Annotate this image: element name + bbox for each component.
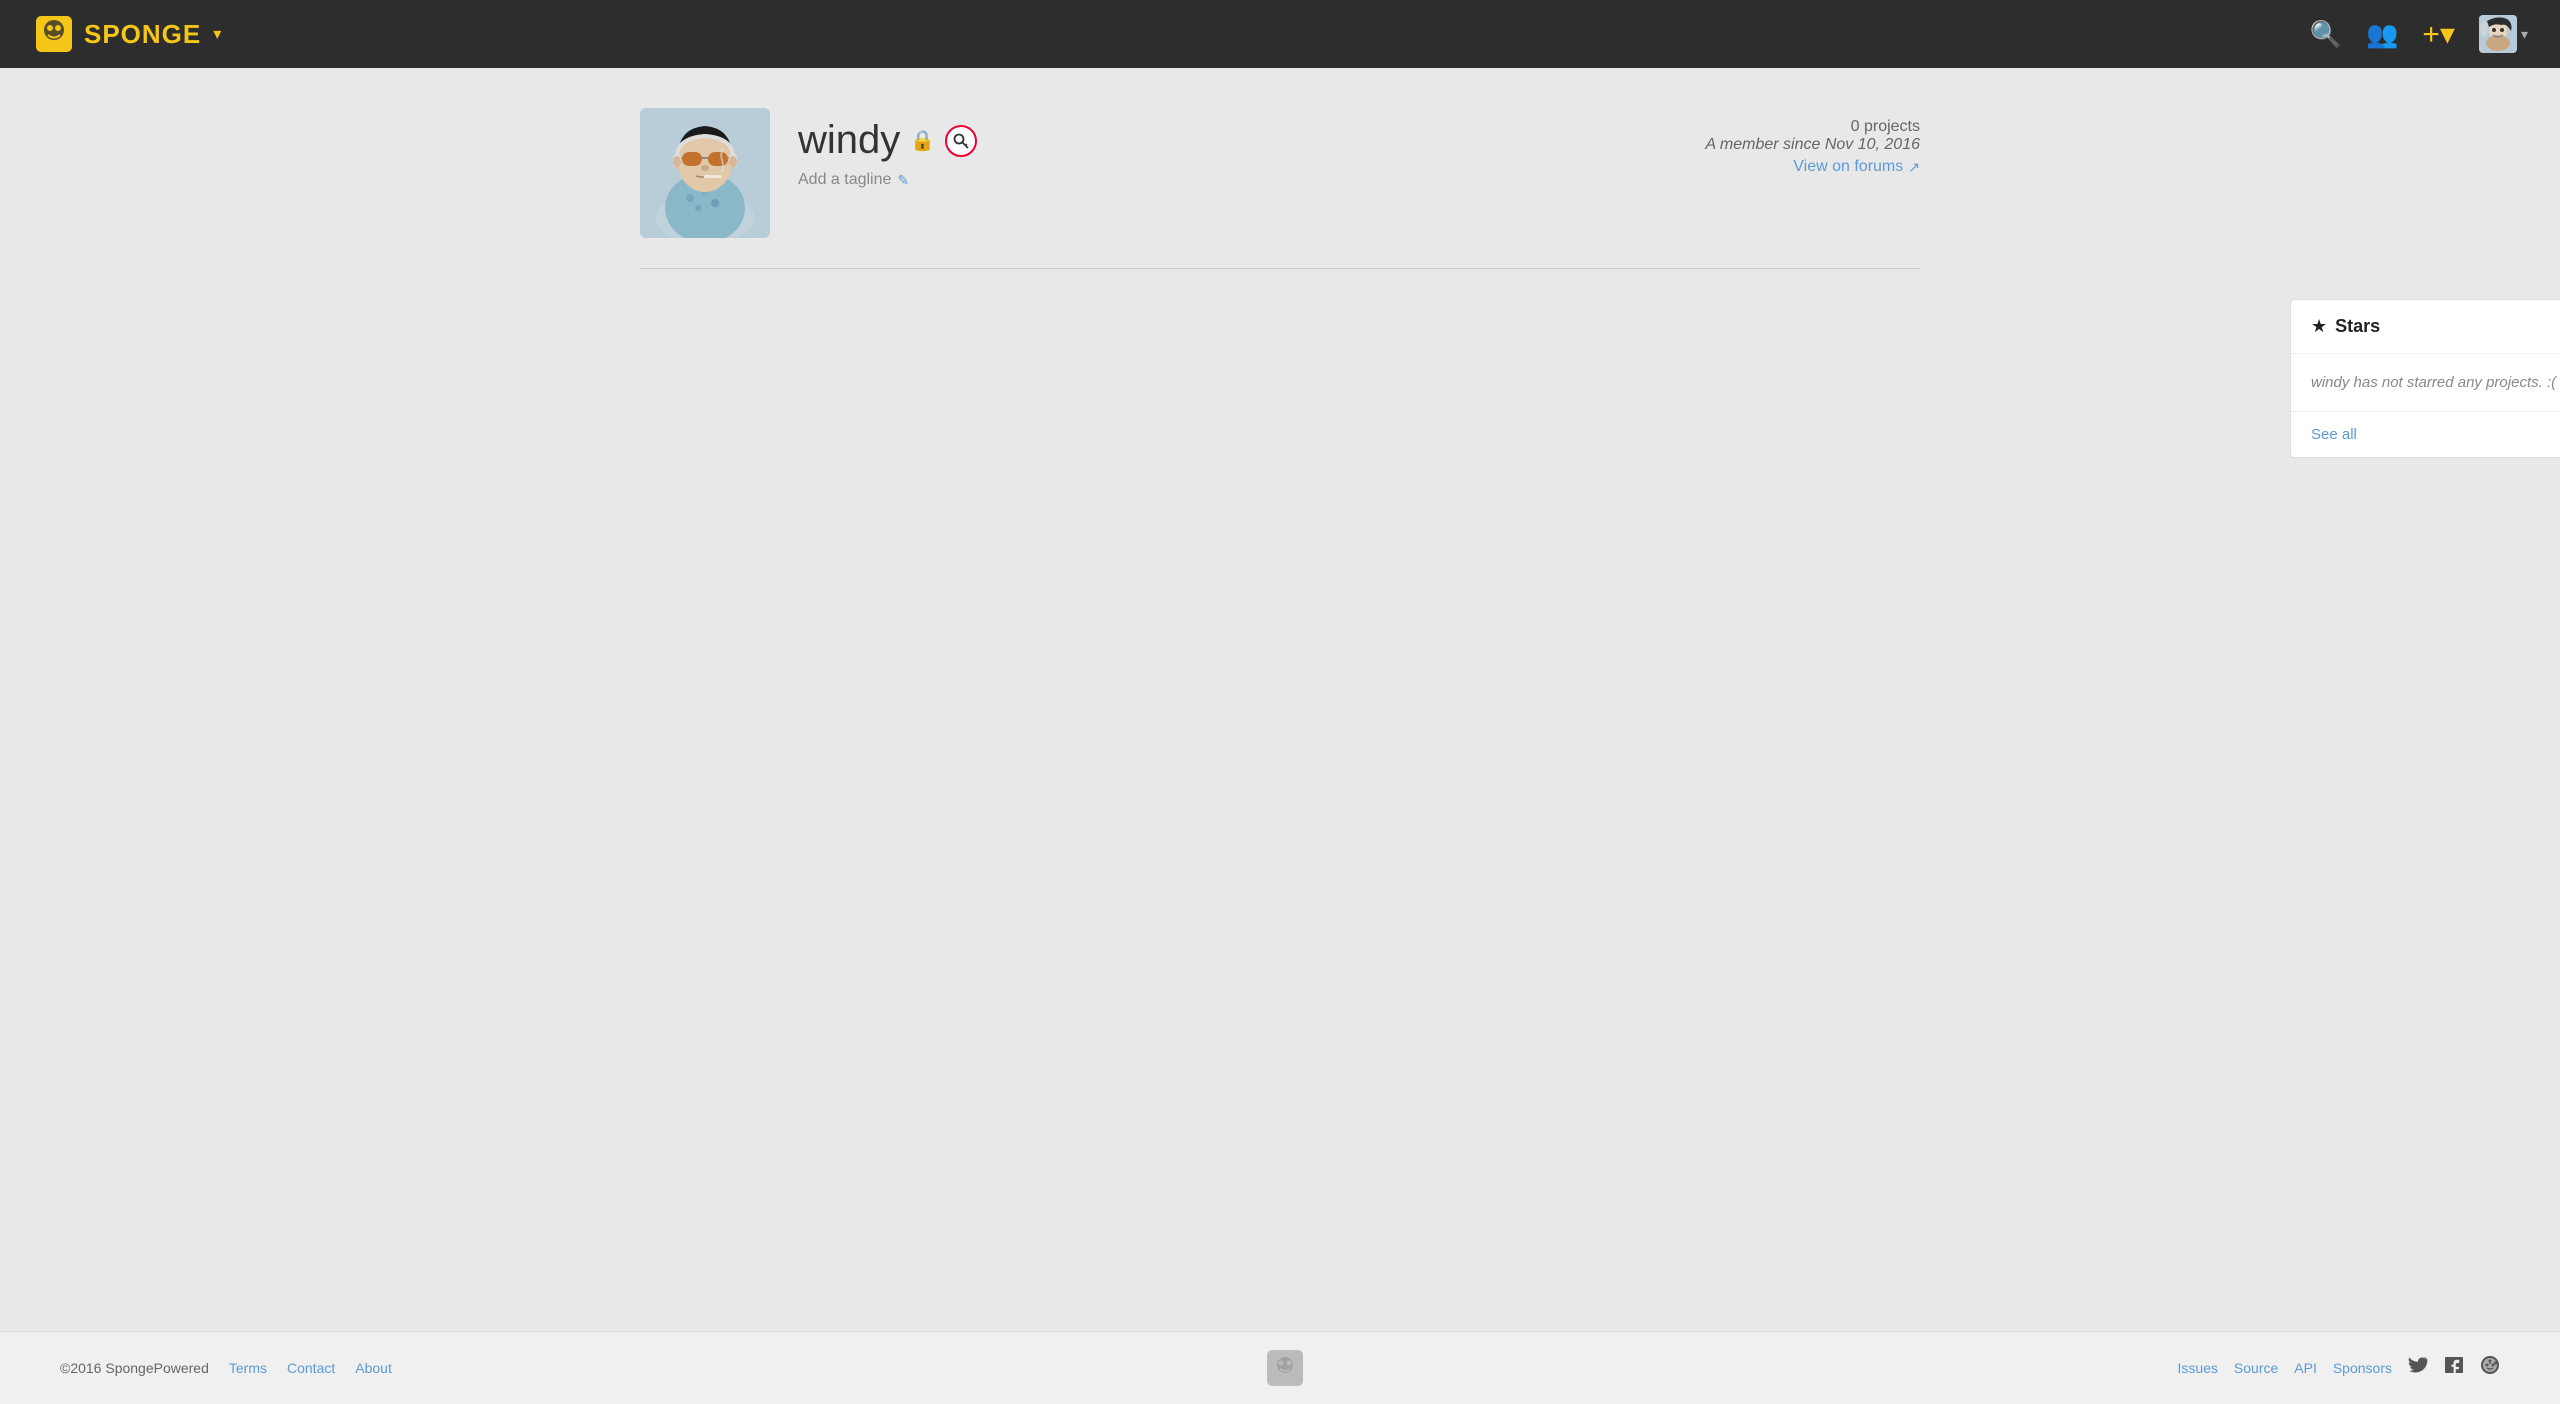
footer-about-link[interactable]: About (355, 1360, 392, 1376)
stars-section: ★ Stars windy has not starred any projec… (640, 299, 1920, 458)
stars-header: ★ Stars (2291, 300, 2560, 354)
profile-right: 0 projects A member since Nov 10, 2016 V… (1705, 108, 1920, 176)
footer-center (1267, 1350, 1303, 1386)
external-link-icon: ↗ (1908, 159, 1920, 176)
navbar: SPONGE ▾ 🔍 👥 +▾ (0, 0, 2560, 68)
view-forums-row: View on forums ↗ (1705, 158, 1920, 176)
profile-info: windy 🔒 Add a tagline ✎ (798, 108, 977, 189)
tagline-placeholder: Add a tagline (798, 171, 891, 189)
create-plus-icon[interactable]: +▾ (2422, 17, 2455, 52)
users-icon[interactable]: 👥 (2366, 19, 2398, 50)
facebook-icon[interactable] (2444, 1355, 2464, 1381)
stars-footer: See all » (2291, 412, 2560, 457)
see-all-link[interactable]: See all (2311, 426, 2357, 443)
lock-icon: 🔒 (910, 128, 935, 153)
profile-avatar (640, 108, 770, 238)
username-row: windy 🔒 (798, 118, 977, 163)
content-area: windy 🔒 Add a tagline ✎ (640, 108, 1920, 458)
footer-right: Issues Source API Sponsors (2177, 1355, 2500, 1381)
sponge-logo-icon[interactable] (32, 12, 76, 56)
reddit-icon[interactable] (2480, 1355, 2500, 1381)
edit-tagline-icon[interactable]: ✎ (897, 172, 909, 189)
view-on-forums-link[interactable]: View on forums (1793, 158, 1903, 176)
stars-title: Stars (2335, 316, 2380, 337)
footer-logo-icon (1267, 1350, 1303, 1386)
projects-count: 0 projects (1705, 118, 1920, 136)
footer-left: ©2016 SpongePowered Terms Contact About (60, 1360, 392, 1376)
search-icon[interactable]: 🔍 (2310, 19, 2342, 50)
user-dropdown-caret[interactable]: ▾ (2521, 26, 2528, 43)
footer-api-link[interactable]: API (2294, 1360, 2317, 1376)
username: windy (798, 118, 900, 163)
main-content: windy 🔒 Add a tagline ✎ (580, 68, 1980, 598)
navbar-right: 🔍 👥 +▾ ▾ (2310, 15, 2528, 53)
logo-dropdown-caret[interactable]: ▾ (213, 24, 221, 44)
tagline-row: Add a tagline ✎ (798, 171, 977, 189)
user-avatar[interactable] (2479, 15, 2517, 53)
stars-panel: ★ Stars windy has not starred any projec… (2290, 299, 2560, 458)
user-menu[interactable]: ▾ (2479, 15, 2528, 53)
logo-text[interactable]: SPONGE (84, 19, 201, 50)
footer: ©2016 SpongePowered Terms Contact About … (0, 1331, 2560, 1404)
footer-contact-link[interactable]: Contact (287, 1360, 335, 1376)
avatar-image (2479, 15, 2517, 53)
stars-empty-message: windy has not starred any projects. :( (2291, 354, 2560, 412)
member-since: A member since Nov 10, 2016 (1705, 136, 1920, 154)
footer-source-link[interactable]: Source (2234, 1360, 2278, 1376)
footer-issues-link[interactable]: Issues (2177, 1360, 2217, 1376)
profile-section: windy 🔒 Add a tagline ✎ (640, 108, 1920, 269)
profile-left: windy 🔒 Add a tagline ✎ (640, 108, 977, 238)
key-icon-button[interactable] (945, 125, 977, 157)
footer-terms-link[interactable]: Terms (229, 1360, 267, 1376)
footer-sponsors-link[interactable]: Sponsors (2333, 1360, 2392, 1376)
navbar-left: SPONGE ▾ (32, 12, 221, 56)
footer-copyright: ©2016 SpongePowered (60, 1360, 209, 1376)
twitter-icon[interactable] (2408, 1355, 2428, 1381)
star-icon: ★ (2311, 316, 2327, 337)
